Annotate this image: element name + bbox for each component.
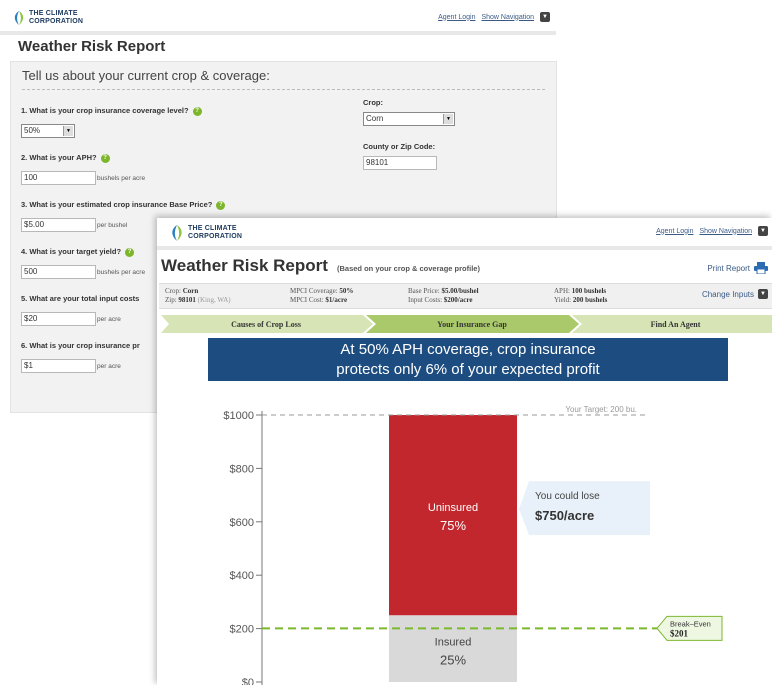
uninsured-percent: 75% [440, 518, 466, 533]
loss-callout-amount: $750/acre [535, 508, 594, 523]
question-label: 1. What is your crop insurance coverage … [21, 106, 189, 115]
question-input-costs: 5. What are your total input costs [21, 294, 139, 303]
loss-callout-line1: You could lose [535, 491, 600, 502]
question-target-yield: 4. What is your target yield?? [21, 247, 135, 257]
question-aph: 2. What is your APH?? [21, 153, 110, 163]
brand-line2: CORPORATION [29, 18, 84, 25]
base-price-input[interactable]: $5.00 [21, 218, 96, 232]
select-value: Corn [366, 114, 384, 123]
y-tick-label: $800 [230, 463, 254, 475]
agent-login-link[interactable]: Agent Login [438, 14, 475, 21]
question-label: 5. What are your total input costs [21, 294, 140, 303]
top-links: Agent Login Show Navigation ▼ [438, 12, 550, 22]
coverage-level-select[interactable]: 50% ▼ [21, 124, 75, 138]
y-tick-label: $600 [230, 517, 254, 529]
input-costs-input[interactable]: $20 [21, 312, 96, 326]
help-icon[interactable]: ? [125, 247, 135, 257]
leaf-logo-icon [14, 11, 24, 25]
aph-unit: bushels per acre [97, 175, 146, 182]
target-label: Your Target: 200 bu. [565, 405, 637, 414]
question-coverage-level: 1. What is your crop insurance coverage … [21, 106, 202, 116]
y-tick-label: $400 [230, 570, 254, 582]
question-label: 4. What is your target yield? [21, 247, 122, 256]
page-title: Weather Risk Report [18, 38, 166, 55]
help-icon[interactable]: ? [216, 200, 226, 210]
y-tick-label: $0 [242, 677, 254, 685]
help-icon[interactable]: ? [100, 153, 110, 163]
chevron-down-icon: ▼ [443, 114, 453, 124]
question-label: 2. What is your APH? [21, 153, 97, 162]
report-window: THE CLIMATE CORPORATION Agent Login Show… [157, 218, 772, 685]
select-value: 50% [24, 126, 41, 135]
bar-segment-uninsured [389, 415, 517, 616]
crop-label: Crop: [363, 98, 383, 107]
question-label: 3. What is your estimated crop insurance… [21, 200, 213, 209]
base-price-unit: per bushel [97, 222, 128, 229]
insurance-gap-chart: $0 $200 $400 $600 $800 $1000 Uninsured 75% Insur… [223, 405, 723, 685]
crop-select[interactable]: Corn ▼ [363, 112, 455, 126]
panel-title: Tell us about your current crop & covera… [22, 68, 270, 83]
question-base-price: 3. What is your estimated crop insurance… [21, 200, 226, 210]
question-premium: 6. What is your crop insurance pr [21, 341, 140, 350]
help-icon[interactable]: ? [192, 106, 202, 116]
target-yield-input[interactable]: 500 [21, 265, 96, 279]
uninsured-label: Uninsured [428, 502, 478, 514]
input-costs-unit: per acre [97, 316, 121, 323]
zip-input[interactable]: 98101 [363, 156, 437, 170]
y-tick-label: $1000 [223, 410, 254, 422]
bar-segment-insured [389, 615, 517, 682]
question-label: 6. What is your crop insurance pr [21, 341, 140, 350]
show-navigation-link[interactable]: Show Navigation [481, 14, 534, 21]
target-yield-unit: bushels per acre [97, 269, 146, 276]
header-divider [0, 31, 556, 35]
zip-label: County or Zip Code: [363, 142, 436, 151]
premium-unit: per acre [97, 363, 121, 370]
break-even-value: $201 [670, 628, 689, 638]
premium-input[interactable]: $1 [21, 359, 96, 373]
aph-input[interactable]: 100 [21, 171, 96, 185]
break-even-label: Break–Even [670, 619, 711, 628]
chevron-down-icon: ▼ [63, 126, 73, 136]
y-tick-label: $200 [230, 624, 254, 636]
climate-corp-logo: THE CLIMATE CORPORATION [12, 10, 83, 26]
brand-line1: THE CLIMATE [29, 10, 78, 17]
panel-divider [22, 89, 545, 90]
chevron-down-icon[interactable]: ▼ [540, 12, 550, 22]
insured-label: Insured [435, 636, 472, 648]
insured-percent: 25% [440, 652, 466, 667]
